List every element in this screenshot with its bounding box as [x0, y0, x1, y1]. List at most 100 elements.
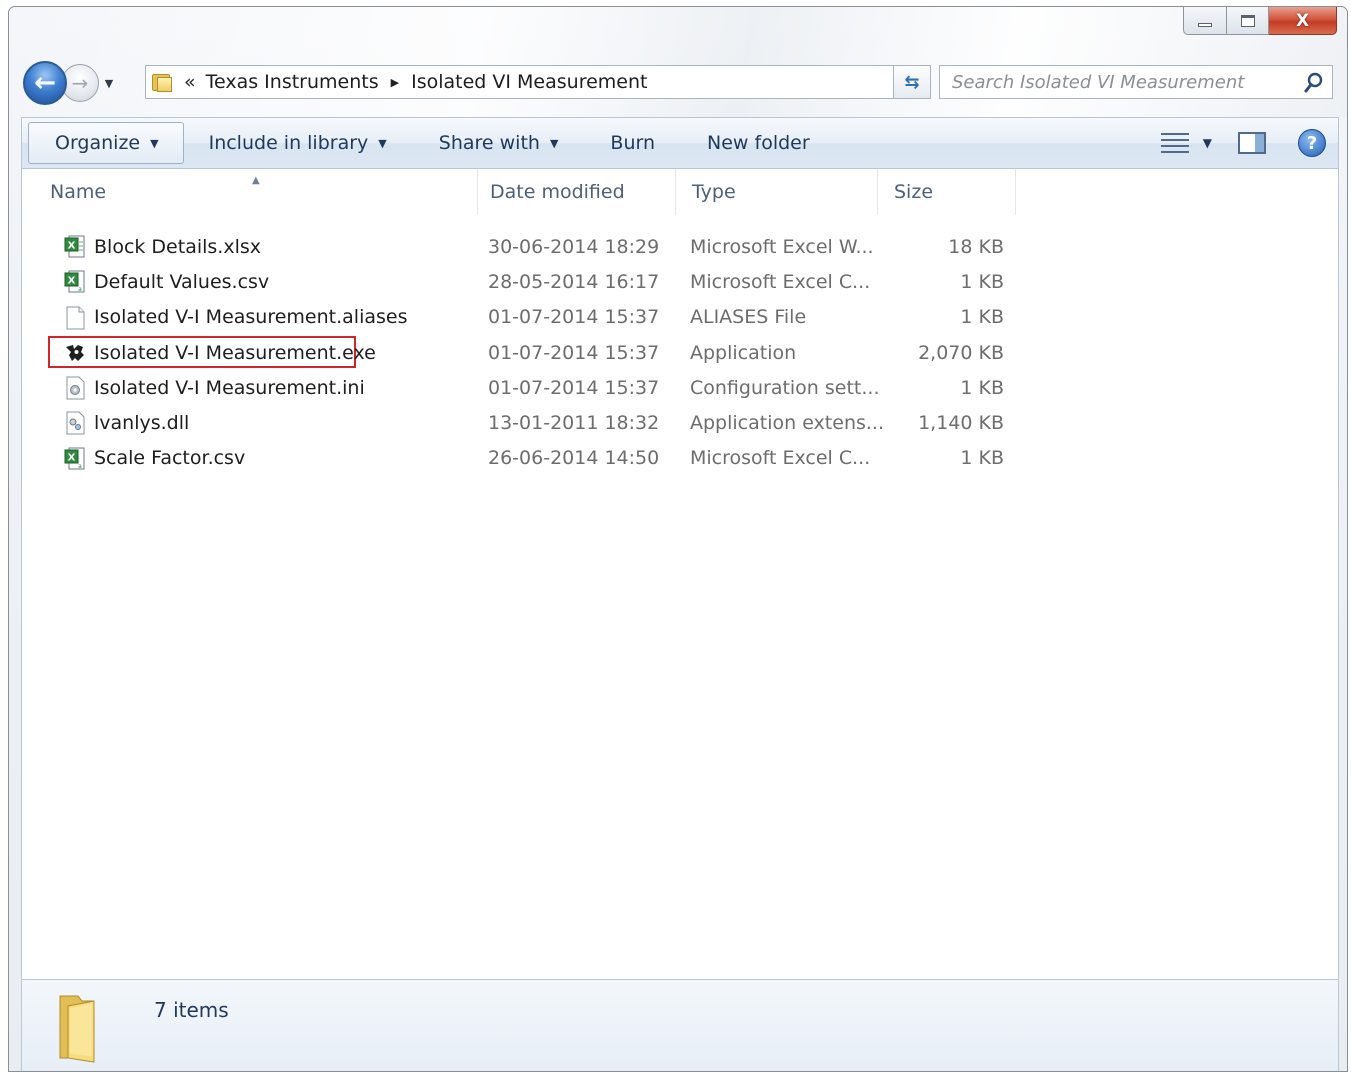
file-list: Name ▲ Date modified Type Size X Block D…: [21, 169, 1339, 979]
file-size: 1 KB: [960, 376, 1004, 399]
file-name[interactable]: Default Values.csv: [94, 271, 269, 293]
column-size-label: Size: [894, 181, 934, 203]
details-pane: 7 items: [21, 979, 1339, 1071]
blank-file-icon: [66, 306, 85, 330]
back-button[interactable]: ←: [23, 61, 67, 105]
include-in-library-button[interactable]: Include in library ▼: [196, 122, 400, 164]
svg-text:X: X: [68, 241, 76, 252]
column-date-label: Date modified: [490, 181, 625, 203]
chevron-down-icon: ▼: [150, 136, 159, 150]
svg-text:X: X: [68, 276, 76, 287]
file-date: 13-01-2011 18:32: [488, 412, 660, 435]
share-with-button[interactable]: Share with ▼: [426, 122, 572, 164]
column-name-label: Name: [50, 181, 107, 203]
file-type: Microsoft Excel W...: [690, 235, 874, 258]
file-size: 1 KB: [960, 306, 1004, 329]
file-size: 1 KB: [960, 270, 1004, 293]
breadcrumb-separator-icon[interactable]: ▶: [391, 76, 399, 89]
minimize-button[interactable]: [1183, 7, 1227, 35]
view-options-chevron-icon[interactable]: ▼: [1203, 136, 1212, 150]
file-size: 2,070 KB: [918, 341, 1004, 364]
close-button[interactable]: X: [1269, 7, 1337, 35]
file-type: Application extens...: [690, 412, 884, 435]
items-count: 7 items: [154, 998, 229, 1022]
folder-icon: [152, 72, 174, 92]
close-icon: X: [1295, 10, 1310, 31]
file-name[interactable]: Isolated V-I Measurement.aliases: [94, 306, 407, 328]
navigation-bar: ← → ▼ « Texas Instruments ▶ Isolated VI …: [23, 61, 1335, 105]
chevron-down-icon: ▼: [104, 76, 114, 90]
breadcrumb-overflow[interactable]: «: [184, 71, 196, 93]
maximize-icon: [1240, 14, 1255, 27]
organize-label: Organize: [55, 132, 141, 154]
burn-button[interactable]: Burn: [597, 122, 668, 164]
column-header-type[interactable]: Type: [676, 169, 878, 215]
file-date: 01-07-2014 15:37: [488, 341, 660, 364]
forward-arrow-icon: →: [71, 71, 89, 95]
minimize-icon: [1198, 22, 1212, 27]
breadcrumb-item-texas-instruments[interactable]: Texas Instruments: [206, 71, 379, 93]
file-type: Microsoft Excel C...: [690, 270, 871, 293]
sort-ascending-icon: ▲: [252, 175, 260, 186]
file-row[interactable]: Isolated V-I Measurement.ini 01-07-2014 …: [22, 370, 1340, 405]
search-input[interactable]: [940, 71, 1290, 93]
maximize-button[interactable]: [1227, 7, 1269, 35]
organize-button[interactable]: Organize ▼: [28, 122, 184, 164]
folder-icon: [59, 995, 95, 1063]
file-row[interactable]: X a Default Values.csv 28-05-2014 16:17 …: [22, 264, 1340, 299]
back-arrow-icon: ←: [34, 68, 56, 98]
explorer-window: X ← → ▼ « Texas Instruments ▶ Isolated V…: [8, 6, 1348, 1072]
dll-file-icon: [66, 411, 85, 435]
file-type: Configuration sett...: [690, 376, 880, 399]
refresh-button[interactable]: ⇆: [893, 65, 931, 99]
file-type: Application: [690, 341, 797, 364]
refresh-icon: ⇆: [904, 71, 920, 93]
file-name[interactable]: Isolated V-I Measurement.ini: [94, 377, 365, 399]
address-bar[interactable]: « Texas Instruments ▶ Isolated VI Measur…: [145, 65, 931, 99]
file-row[interactable]: X Block Details.xlsx 30-06-2014 18:29 Mi…: [22, 229, 1340, 264]
column-header-date-modified[interactable]: Date modified: [474, 169, 676, 215]
file-date: 28-05-2014 16:17: [488, 270, 660, 293]
share-with-label: Share with: [438, 132, 540, 154]
file-type: ALIASES File: [690, 306, 807, 329]
file-date: 26-06-2014 14:50: [488, 447, 660, 470]
file-type: Microsoft Excel C...: [690, 447, 871, 470]
csv-file-icon: X a: [64, 447, 85, 470]
change-view-icon[interactable]: [1160, 133, 1189, 153]
command-bar: Organize ▼ Include in library ▼ Share with…: [21, 117, 1339, 169]
file-date: 01-07-2014 15:37: [488, 376, 660, 399]
file-name[interactable]: Isolated V-I Measurement.exe: [94, 342, 376, 364]
search-box[interactable]: [939, 65, 1333, 99]
file-size: 18 KB: [948, 235, 1004, 258]
file-row[interactable]: X a Scale Factor.csv 26-06-2014 14:50 Mi…: [22, 441, 1340, 476]
file-name[interactable]: Block Details.xlsx: [94, 236, 261, 258]
new-folder-label: New folder: [707, 132, 810, 154]
breadcrumb-item-isolated-vi-measurement[interactable]: Isolated VI Measurement: [411, 71, 647, 93]
caption-buttons: X: [1183, 7, 1337, 37]
file-row[interactable]: Isolated V-I Measurement.aliases 01-07-2…: [22, 300, 1340, 335]
file-date: 01-07-2014 15:37: [488, 306, 660, 329]
file-rows: X Block Details.xlsx 30-06-2014 18:29 Mi…: [22, 229, 1340, 476]
column-type-label: Type: [692, 181, 736, 203]
file-name[interactable]: lvanlys.dll: [94, 412, 189, 434]
include-in-library-label: Include in library: [208, 132, 369, 154]
preview-pane-icon[interactable]: [1238, 132, 1266, 154]
recent-pages-button[interactable]: ▼: [101, 77, 117, 90]
file-date: 30-06-2014 18:29: [488, 235, 660, 258]
svg-text:a: a: [78, 463, 82, 470]
file-size: 1 KB: [960, 447, 1004, 470]
svg-text:a: a: [78, 286, 82, 293]
view-controls: ▼ ?: [1160, 129, 1338, 157]
excel-file-icon: X: [64, 235, 85, 258]
chevron-down-icon: ▼: [549, 136, 559, 150]
help-icon[interactable]: ?: [1298, 129, 1326, 157]
file-row[interactable]: lvanlys.dll 13-01-2011 18:32 Application…: [22, 405, 1340, 440]
texas-instruments-app-icon: [66, 344, 84, 361]
file-row-highlighted[interactable]: Isolated V-I Measurement.exe 01-07-2014 …: [22, 335, 1340, 370]
column-header-size[interactable]: Size: [878, 169, 1016, 215]
file-name[interactable]: Scale Factor.csv: [94, 447, 245, 469]
search-icon[interactable]: [1304, 72, 1324, 94]
csv-file-icon: X a: [64, 270, 85, 293]
new-folder-button[interactable]: New folder: [694, 122, 823, 164]
svg-text:X: X: [68, 452, 76, 463]
